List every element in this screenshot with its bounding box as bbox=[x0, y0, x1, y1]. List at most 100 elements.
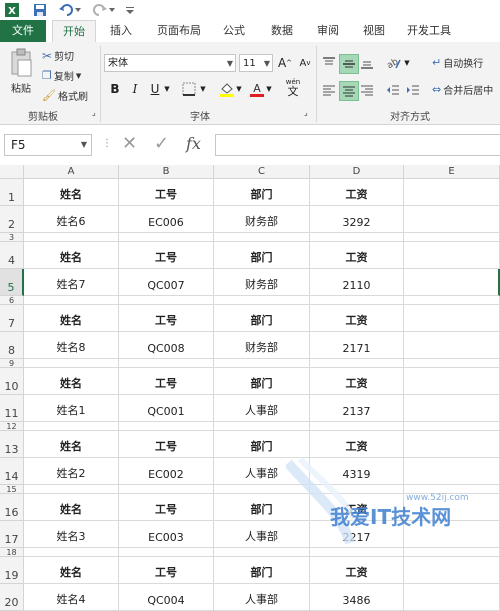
empty-cell[interactable] bbox=[214, 296, 310, 305]
header-cell[interactable]: 部门 bbox=[214, 494, 310, 521]
column-header-e[interactable]: E bbox=[404, 165, 500, 179]
data-cell[interactable]: 人事部 bbox=[214, 395, 310, 422]
empty-cell[interactable] bbox=[214, 422, 310, 431]
data-cell[interactable]: 4319 bbox=[310, 458, 404, 485]
data-cell[interactable]: 姓名2 bbox=[24, 458, 119, 485]
header-cell[interactable]: 部门 bbox=[214, 305, 310, 332]
header-cell[interactable]: 姓名 bbox=[24, 305, 119, 332]
data-cell[interactable]: 姓名4 bbox=[24, 584, 119, 611]
empty-cell[interactable] bbox=[404, 296, 500, 305]
empty-cell[interactable] bbox=[310, 296, 404, 305]
empty-cell[interactable] bbox=[404, 395, 500, 422]
empty-cell[interactable] bbox=[119, 359, 214, 368]
row-header[interactable]: 11 bbox=[0, 395, 24, 422]
shrink-font-button[interactable]: Av bbox=[296, 54, 314, 72]
row-header[interactable]: 12 bbox=[0, 422, 24, 431]
tab-file[interactable]: 文件 bbox=[0, 20, 46, 42]
tab-insert[interactable]: 插入 bbox=[100, 20, 142, 42]
row-header[interactable]: 10 bbox=[0, 368, 24, 395]
borders-icon[interactable] bbox=[180, 80, 198, 98]
row-header[interactable]: 16 bbox=[0, 494, 24, 521]
italic-button[interactable]: I bbox=[126, 80, 144, 98]
row-header[interactable]: 19 bbox=[0, 557, 24, 584]
increase-indent-icon[interactable] bbox=[404, 81, 422, 99]
chevron-down-icon[interactable]: ▼ bbox=[162, 80, 172, 98]
row-header[interactable]: 5 bbox=[0, 269, 24, 296]
undo-icon[interactable] bbox=[58, 2, 82, 18]
empty-cell[interactable] bbox=[119, 422, 214, 431]
empty-cell[interactable] bbox=[404, 458, 500, 485]
header-cell[interactable]: 部门 bbox=[214, 179, 310, 206]
data-cell[interactable]: 2110 bbox=[310, 269, 404, 296]
row-header[interactable]: 13 bbox=[0, 431, 24, 458]
chevron-down-icon[interactable]: ▼ bbox=[264, 80, 274, 98]
formula-input[interactable] bbox=[215, 134, 500, 156]
empty-cell[interactable] bbox=[310, 233, 404, 242]
header-cell[interactable]: 部门 bbox=[214, 368, 310, 395]
empty-cell[interactable] bbox=[310, 422, 404, 431]
empty-cell[interactable] bbox=[404, 179, 500, 206]
tab-view[interactable]: 视图 bbox=[354, 20, 394, 42]
active-cell[interactable] bbox=[404, 269, 500, 296]
data-cell[interactable]: 姓名7 bbox=[24, 269, 119, 296]
row-header[interactable]: 2 bbox=[0, 206, 24, 233]
row-header[interactable]: 1 bbox=[0, 179, 24, 206]
select-all-corner[interactable] bbox=[0, 165, 24, 179]
wrap-text-button[interactable]: ↵ 自动换行 bbox=[432, 55, 483, 70]
empty-cell[interactable] bbox=[214, 359, 310, 368]
empty-cell[interactable] bbox=[404, 431, 500, 458]
insert-function-button[interactable]: fx bbox=[186, 134, 201, 154]
header-cell[interactable]: 工号 bbox=[119, 494, 214, 521]
empty-cell[interactable] bbox=[119, 296, 214, 305]
row-header[interactable]: 3 bbox=[0, 233, 24, 242]
tab-page-layout[interactable]: 页面布局 bbox=[150, 20, 208, 42]
empty-cell[interactable] bbox=[310, 485, 404, 494]
font-launcher-icon[interactable]: ⌟ bbox=[304, 108, 308, 117]
header-cell[interactable]: 工号 bbox=[119, 431, 214, 458]
data-cell[interactable]: 人事部 bbox=[214, 521, 310, 548]
font-size-combo[interactable]: 11 ▼ bbox=[239, 54, 273, 72]
grow-font-button[interactable]: A ^ bbox=[276, 54, 294, 72]
align-top-icon[interactable] bbox=[320, 54, 338, 72]
header-cell[interactable]: 姓名 bbox=[24, 242, 119, 269]
empty-cell[interactable] bbox=[404, 548, 500, 557]
header-cell[interactable]: 部门 bbox=[214, 431, 310, 458]
header-cell[interactable]: 工资 bbox=[310, 557, 404, 584]
empty-cell[interactable] bbox=[404, 557, 500, 584]
row-header[interactable]: 9 bbox=[0, 359, 24, 368]
empty-cell[interactable] bbox=[214, 233, 310, 242]
empty-cell[interactable] bbox=[24, 485, 119, 494]
paste-button[interactable]: 粘贴 bbox=[6, 48, 36, 95]
header-cell[interactable]: 工资 bbox=[310, 494, 404, 521]
header-cell[interactable]: 工资 bbox=[310, 431, 404, 458]
header-cell[interactable]: 姓名 bbox=[24, 179, 119, 206]
data-cell[interactable]: 人事部 bbox=[214, 584, 310, 611]
data-cell[interactable]: 人事部 bbox=[214, 458, 310, 485]
row-header[interactable]: 4 bbox=[0, 242, 24, 269]
data-cell[interactable]: 财务部 bbox=[214, 206, 310, 233]
header-cell[interactable]: 工号 bbox=[119, 368, 214, 395]
empty-cell[interactable] bbox=[119, 485, 214, 494]
enter-icon[interactable]: ✓ bbox=[154, 134, 169, 154]
orientation-icon[interactable]: ab bbox=[384, 54, 402, 72]
data-cell[interactable]: 姓名8 bbox=[24, 332, 119, 359]
data-cell[interactable]: 2171 bbox=[310, 332, 404, 359]
empty-cell[interactable] bbox=[404, 233, 500, 242]
empty-cell[interactable] bbox=[24, 359, 119, 368]
empty-cell[interactable] bbox=[404, 485, 500, 494]
header-cell[interactable]: 姓名 bbox=[24, 431, 119, 458]
data-cell[interactable]: 财务部 bbox=[214, 269, 310, 296]
header-cell[interactable]: 工资 bbox=[310, 242, 404, 269]
empty-cell[interactable] bbox=[24, 422, 119, 431]
data-cell[interactable]: 姓名3 bbox=[24, 521, 119, 548]
row-header[interactable]: 15 bbox=[0, 485, 24, 494]
empty-cell[interactable] bbox=[404, 332, 500, 359]
data-cell[interactable]: QC001 bbox=[119, 395, 214, 422]
empty-cell[interactable] bbox=[404, 584, 500, 611]
merge-center-button[interactable]: ⇔ 合并后居中 bbox=[432, 82, 493, 97]
row-header[interactable]: 17 bbox=[0, 521, 24, 548]
row-header[interactable]: 7 bbox=[0, 305, 24, 332]
empty-cell[interactable] bbox=[214, 485, 310, 494]
cancel-icon[interactable]: ✕ bbox=[122, 134, 137, 154]
decrease-indent-icon[interactable] bbox=[384, 81, 402, 99]
